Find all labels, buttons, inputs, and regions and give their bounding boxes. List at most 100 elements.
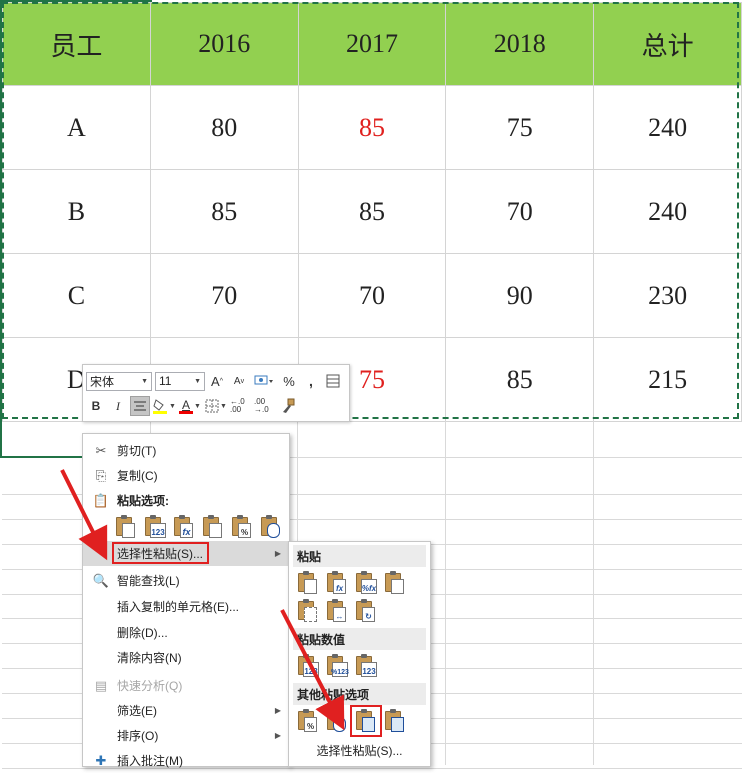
font-name-select[interactable]: 宋体 ▼ <box>86 371 152 391</box>
table-cell[interactable]: 90 <box>445 253 595 338</box>
mini-toolbar: 宋体 ▼ 11 ▼ A ^ Av % , B I ▼ A ▼ ▼ ←.0 .00 .00… <box>82 364 350 422</box>
submenu-section-paste: 粘贴 <box>293 545 426 567</box>
italic-button[interactable]: I <box>108 396 128 416</box>
shrink-font-button[interactable]: Av <box>229 371 249 391</box>
paste-picture-button[interactable] <box>353 708 379 734</box>
table-cell[interactable]: 215 <box>593 337 742 422</box>
menu-item-smart-lookup[interactable]: 🔍 智能查找(L) <box>83 568 289 593</box>
paste-values-source-format-button[interactable]: 123 <box>353 653 379 679</box>
paste-formulas-button[interactable]: fx <box>171 514 197 540</box>
menu-item-copy[interactable]: ⎘ 复制(C) <box>83 463 289 488</box>
header-cell[interactable]: 员工 <box>2 2 151 86</box>
grow-font-button[interactable]: A ^ <box>207 371 227 391</box>
paste-formatting-button[interactable]: % <box>229 514 255 540</box>
table-cell[interactable]: 240 <box>593 169 742 254</box>
menu-item-label: 筛选(E) <box>117 704 157 718</box>
search-icon: 🔍 <box>92 572 110 588</box>
table-cell[interactable]: 75 <box>445 85 595 170</box>
chevron-down-icon: ▼ <box>169 402 176 410</box>
table-cell[interactable]: 80 <box>149 85 299 170</box>
fill-color-button[interactable]: ▼ <box>152 396 176 416</box>
menu-item-filter[interactable]: 筛选(E) ▶ <box>83 698 289 723</box>
table-cell[interactable]: B <box>2 169 151 254</box>
paste-all-button[interactable] <box>295 570 321 596</box>
menu-item-insert-copied[interactable]: 插入复制的单元格(E)... <box>83 594 289 619</box>
align-center-button[interactable] <box>130 396 150 416</box>
submenu-paste-special[interactable]: 选择性粘贴(S)... <box>289 739 430 761</box>
paste-transpose-button[interactable]: ↻ <box>353 598 379 624</box>
bold-button[interactable]: B <box>86 396 106 416</box>
font-color-letter: A <box>182 397 191 412</box>
paste-options-row: 123 fx % <box>113 514 287 540</box>
menu-item-clear[interactable]: 清除内容(N) <box>83 645 289 670</box>
menu-item-label: 插入批注(M) <box>117 754 183 768</box>
font-color-button[interactable]: A ▼ <box>178 396 202 416</box>
values-brush-icon: 123 <box>361 662 377 677</box>
table-cell[interactable]: 85 <box>149 169 299 254</box>
borders-button[interactable]: ▼ <box>204 396 228 416</box>
paste-button[interactable] <box>113 514 139 540</box>
menu-item-delete[interactable]: 删除(D)... <box>83 620 289 645</box>
paste-link-button[interactable] <box>324 708 350 734</box>
paste-transpose-button[interactable] <box>200 514 226 540</box>
menu-item-cut[interactable]: ✂ 剪切(T) <box>83 438 289 463</box>
header-cell[interactable]: 2016 <box>149 2 299 86</box>
chevron-down-icon: ▼ <box>220 402 227 410</box>
header-cell[interactable]: 2018 <box>445 2 595 86</box>
paste-linked-picture-button[interactable] <box>382 708 408 734</box>
paste-link-button[interactable] <box>258 514 284 540</box>
borders-icon <box>205 399 219 413</box>
menu-item-insert-comment[interactable]: ✚ 插入批注(M) <box>83 748 289 773</box>
percent-button[interactable]: % <box>279 371 299 391</box>
currency-format-icon <box>254 375 273 385</box>
menu-item-label: 选择性粘贴(S)... <box>117 547 203 561</box>
paste-no-borders-button[interactable] <box>295 598 321 624</box>
paste-column-widths-button[interactable]: ↔ <box>324 598 350 624</box>
table-cell[interactable]: 70 <box>297 253 447 338</box>
table-cell[interactable]: A <box>2 85 151 170</box>
table-cell[interactable]: 70 <box>445 169 595 254</box>
paste-values-button[interactable]: 123 <box>142 514 168 540</box>
format-painter-table-button[interactable] <box>323 371 343 391</box>
table-cell[interactable]: C <box>2 253 151 338</box>
menu-item-label: 智能查找(L) <box>117 574 180 588</box>
chevron-right-icon: ▶ <box>274 549 281 558</box>
menu-item-label: 删除(D)... <box>117 626 168 640</box>
header-cell[interactable]: 2017 <box>297 2 447 86</box>
table-cell[interactable]: 230 <box>593 253 742 338</box>
picture-icon <box>362 717 375 732</box>
paste-sheet-icon <box>122 523 135 538</box>
paste-formulas-number-format-button[interactable]: %fx <box>353 570 379 596</box>
number-format-button[interactable] <box>251 371 277 391</box>
paste-formatting-button[interactable]: % <box>295 708 321 734</box>
format-painter-button[interactable] <box>278 396 298 416</box>
paste-values-number-format-button[interactable]: %123 <box>324 653 350 679</box>
font-size-select[interactable]: 11 ▼ <box>155 371 205 391</box>
paste-special-submenu: 粘贴 fx %fx ↔ ↻ 粘贴数值 123 %123 123 其他粘贴选项 %… <box>288 541 431 767</box>
table-cell[interactable]: 85 <box>297 85 447 170</box>
clipboard-icon: 📋 <box>92 492 110 508</box>
submenu-item-label: 选择性粘贴(S)... <box>316 743 403 758</box>
header-row: 员工 2016 2017 2018 总计 <box>2 2 742 86</box>
menu-item-label: 清除内容(N) <box>117 651 182 665</box>
menu-item-sort[interactable]: 排序(O) ▶ <box>83 723 289 748</box>
header-cell[interactable]: 总计 <box>593 2 742 86</box>
table-cell[interactable]: 70 <box>149 253 299 338</box>
copy-icon: ⎘ <box>95 467 107 483</box>
menu-item-paste-special[interactable]: 选择性粘贴(S)... ▶ <box>83 541 289 566</box>
comma-button[interactable]: , <box>301 371 321 391</box>
paste-values-button[interactable]: 123 <box>295 653 321 679</box>
menu-item-label: 插入复制的单元格(E)... <box>117 600 239 614</box>
increase-decimal-button[interactable]: ←.0 .00 <box>230 396 252 416</box>
font-color-icon: A <box>179 397 194 414</box>
values-icon: 123 <box>150 523 166 538</box>
paste-row: % <box>295 708 411 734</box>
paste-keep-source-button[interactable] <box>382 570 408 596</box>
scissors-icon: ✂ <box>95 442 107 458</box>
table-cell[interactable]: 85 <box>297 169 447 254</box>
decrease-decimal-button[interactable]: .00 →.0 <box>254 396 276 416</box>
table-cell[interactable]: 240 <box>593 85 742 170</box>
menu-item-quick-analysis[interactable]: ▤ 快速分析(Q) <box>83 673 289 698</box>
paste-formulas-button[interactable]: fx <box>324 570 350 596</box>
table-cell[interactable]: 85 <box>445 337 595 422</box>
